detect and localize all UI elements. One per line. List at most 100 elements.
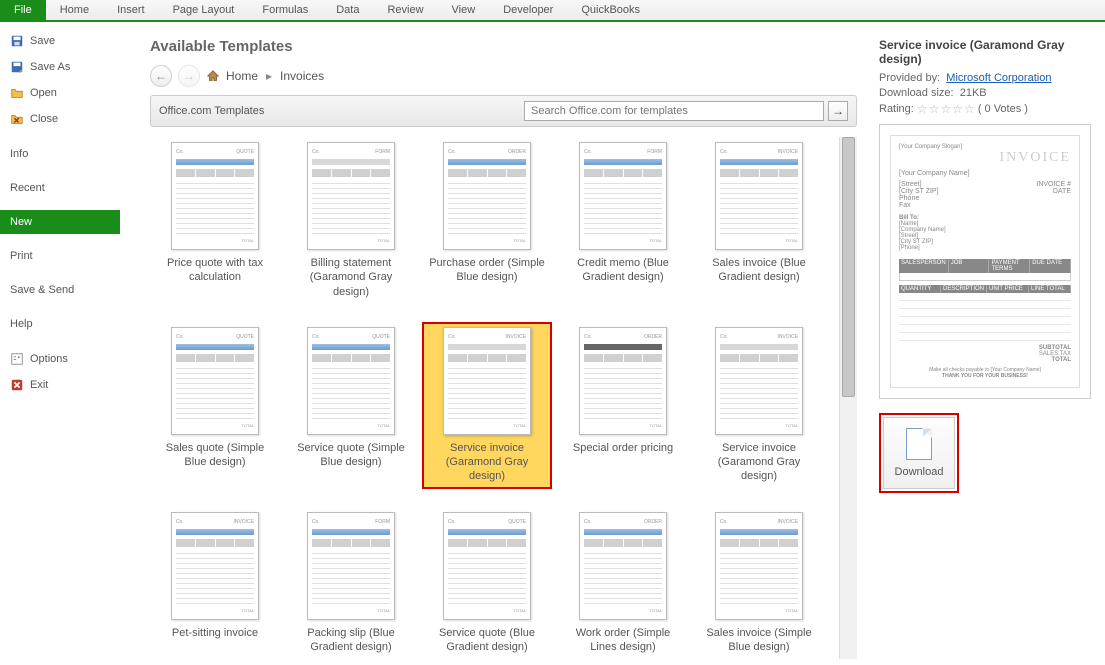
breadcrumb-home[interactable]: Home <box>226 69 258 83</box>
template-card[interactable]: Co.QUOTE TOTAL Service quote (Blue Gradi… <box>422 507 552 660</box>
doc-invoice-title: INVOICE <box>899 150 1071 166</box>
template-card[interactable]: Co.ORDER TOTAL Special order pricing <box>558 322 688 489</box>
sidebar-options[interactable]: Options <box>0 346 120 372</box>
options-icon <box>10 352 24 366</box>
tab-data[interactable]: Data <box>322 0 373 20</box>
provided-by-link[interactable]: Microsoft Corporation <box>946 72 1051 84</box>
sidebar-save[interactable]: Save <box>0 28 120 54</box>
breadcrumb-current[interactable]: Invoices <box>280 69 324 83</box>
home-icon[interactable] <box>206 69 220 83</box>
template-thumb: Co.ORDER TOTAL <box>579 512 667 620</box>
template-card[interactable]: Co.INVOICE TOTAL Pet-sitting invoice <box>150 507 280 660</box>
templates-heading: Available Templates <box>150 38 857 55</box>
template-card[interactable]: Co.QUOTE TOTAL Sales quote (Simple Blue … <box>150 322 280 489</box>
template-card[interactable]: Co.INVOICE TOTAL Sales invoice (Blue Gra… <box>694 137 824 304</box>
sidebar-recent[interactable]: Recent <box>0 176 120 200</box>
sidebar-label: Save <box>30 35 55 47</box>
chevron-right-icon: ▸ <box>266 69 272 83</box>
template-thumb: Co.INVOICE TOTAL <box>715 512 803 620</box>
template-thumb: Co.QUOTE TOTAL <box>443 512 531 620</box>
sidebar-savesend[interactable]: Save & Send <box>0 278 120 302</box>
template-thumb: Co.QUOTE TOTAL <box>307 327 395 435</box>
ribbon: File Home Insert Page Layout Formulas Da… <box>0 0 1105 22</box>
search-go-button[interactable]: → <box>828 101 848 121</box>
tab-quickbooks[interactable]: QuickBooks <box>567 0 654 20</box>
template-card[interactable]: Co.FORM TOTAL Packing slip (Blue Gradien… <box>286 507 416 660</box>
tab-developer[interactable]: Developer <box>489 0 567 20</box>
template-card[interactable]: Co.INVOICE TOTAL Sales invoice (Simple B… <box>694 507 824 660</box>
download-button[interactable]: Download <box>883 417 955 489</box>
template-thumb: Co.INVOICE TOTAL <box>171 512 259 620</box>
star-icon: ☆ <box>917 102 928 116</box>
doc-thanks: THANK YOU FOR YOUR BUSINESS! <box>942 373 1028 379</box>
template-thumb: Co.INVOICE TOTAL <box>715 142 803 250</box>
template-thumb: Co.FORM TOTAL <box>307 512 395 620</box>
sidebar-print[interactable]: Print <box>0 244 120 268</box>
backstage-sidebar: Save Save As Open Close Info Recent New … <box>0 22 120 665</box>
template-thumb: Co.FORM TOTAL <box>307 142 395 250</box>
nav-back-button[interactable]: ← <box>150 65 172 87</box>
section-title: Office.com Templates <box>159 105 264 117</box>
template-card[interactable]: Co.FORM TOTAL Billing statement (Garamon… <box>286 137 416 304</box>
tab-file[interactable]: File <box>0 0 46 20</box>
sidebar-open[interactable]: Open <box>0 80 120 106</box>
search-input[interactable] <box>524 101 824 121</box>
template-label: Purchase order (Simple Blue design) <box>427 256 547 285</box>
template-label: Sales quote (Simple Blue design) <box>155 441 275 470</box>
sidebar-help[interactable]: Help <box>0 312 120 336</box>
arrow-right-icon: → <box>832 104 844 118</box>
arrow-left-icon: ← <box>155 69 167 83</box>
scrollbar-thumb[interactable] <box>842 137 855 397</box>
preview-panel: Service invoice (Garamond Gray design) P… <box>865 22 1105 665</box>
arrow-right-icon: → <box>183 69 195 83</box>
sidebar-saveas[interactable]: Save As <box>0 54 120 80</box>
sidebar-label: Save As <box>30 61 70 73</box>
template-label: Sales invoice (Blue Gradient design) <box>699 256 819 285</box>
preview-thumbnail: [Your Company Slogan] INVOICE [Your Comp… <box>879 124 1091 399</box>
star-icon: ☆ <box>940 102 951 116</box>
template-card[interactable]: Co.QUOTE TOTAL Service quote (Simple Blu… <box>286 322 416 489</box>
star-icon: ☆ <box>952 102 963 116</box>
template-card[interactable]: Co.ORDER TOTAL Purchase order (Simple Bl… <box>422 137 552 304</box>
template-card[interactable]: Co.INVOICE TOTAL Service invoice (Garamo… <box>422 322 552 489</box>
sidebar-new[interactable]: New <box>0 210 120 234</box>
template-label: Price quote with tax calculation <box>155 256 275 285</box>
tab-insert[interactable]: Insert <box>103 0 159 20</box>
sidebar-info[interactable]: Info <box>0 142 120 166</box>
template-card[interactable]: Co.ORDER TOTAL Work order (Simple Lines … <box>558 507 688 660</box>
star-icon: ☆ <box>964 102 975 116</box>
save-icon <box>10 34 24 48</box>
doc-owner: [Your Company Name] <box>899 170 1071 177</box>
saveas-icon <box>10 60 24 74</box>
tab-formulas[interactable]: Formulas <box>248 0 322 20</box>
template-label: Pet-sitting invoice <box>155 626 275 640</box>
download-label: Download <box>895 466 944 478</box>
tab-pagelayout[interactable]: Page Layout <box>159 0 249 20</box>
template-card[interactable]: Co.FORM TOTAL Credit memo (Blue Gradient… <box>558 137 688 304</box>
rating-stars[interactable]: ☆☆☆☆☆ <box>917 102 975 116</box>
preview-title: Service invoice (Garamond Gray design) <box>879 38 1091 66</box>
template-thumb: Co.INVOICE TOTAL <box>715 327 803 435</box>
template-label: Credit memo (Blue Gradient design) <box>563 256 683 285</box>
template-label: Sales invoice (Simple Blue design) <box>699 626 819 655</box>
tab-review[interactable]: Review <box>373 0 437 20</box>
template-thumb: Co.INVOICE TOTAL <box>443 327 531 435</box>
sidebar-exit[interactable]: Exit <box>0 372 120 398</box>
scrollbar[interactable] <box>839 137 857 659</box>
template-label: Packing slip (Blue Gradient design) <box>291 626 411 655</box>
template-thumb: Co.ORDER TOTAL <box>579 327 667 435</box>
template-thumb: Co.QUOTE TOTAL <box>171 142 259 250</box>
template-card[interactable]: Co.INVOICE TOTAL Service invoice (Garamo… <box>694 322 824 489</box>
exit-icon <box>10 378 24 392</box>
template-label: Service quote (Simple Blue design) <box>291 441 411 470</box>
template-thumb: Co.FORM TOTAL <box>579 142 667 250</box>
template-card[interactable]: Co.QUOTE TOTAL Price quote with tax calc… <box>150 137 280 304</box>
template-grid: Co.QUOTE TOTAL Price quote with tax calc… <box>150 137 835 659</box>
template-label: Service invoice (Garamond Gray design) <box>699 441 819 484</box>
size-value: 21KB <box>960 87 987 99</box>
sidebar-label: Options <box>30 353 68 365</box>
tab-view[interactable]: View <box>438 0 490 20</box>
sidebar-close[interactable]: Close <box>0 106 120 132</box>
nav-forward-button[interactable]: → <box>178 65 200 87</box>
tab-home[interactable]: Home <box>46 0 103 20</box>
